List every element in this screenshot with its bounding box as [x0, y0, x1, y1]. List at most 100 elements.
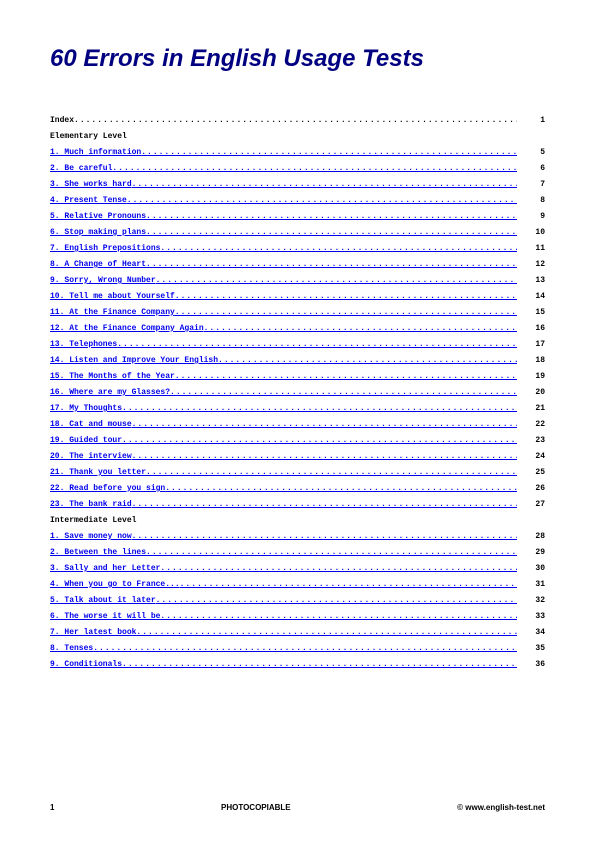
footer-page-number: 1 [50, 803, 54, 812]
toc-row: Index 1 [50, 113, 545, 129]
toc-link[interactable]: 7. Her latest book [50, 625, 136, 641]
toc-row: 6. The worse it will be 33 [50, 609, 545, 625]
toc-leader [160, 561, 517, 577]
toc-page: 6 [517, 161, 545, 177]
toc-link[interactable]: 10. Tell me about Yourself [50, 289, 175, 305]
toc-link[interactable]: 15. The Months of the Year [50, 369, 175, 385]
toc-link[interactable]: 23. The bank raid [50, 497, 132, 513]
toc-link[interactable]: 6. Stop making plans [50, 225, 146, 241]
toc-link[interactable]: 5. Relative Pronouns [50, 209, 146, 225]
toc-link[interactable]: 8. Tenses [50, 641, 93, 657]
toc-row: 15. The Months of the Year 19 [50, 369, 545, 385]
toc-page: 35 [517, 641, 545, 657]
toc-page: 18 [517, 353, 545, 369]
toc-leader [112, 161, 517, 177]
toc-row: 1. Save money now 28 [50, 529, 545, 545]
toc-link[interactable]: 20. The interview [50, 449, 132, 465]
toc-leader [146, 545, 517, 561]
toc-row: 4. Present Tense 8 [50, 193, 545, 209]
toc-page: 12 [517, 257, 545, 273]
toc-link[interactable]: 14. Listen and Improve Your English [50, 353, 218, 369]
toc-link[interactable]: 16. Where are my Glasses? [50, 385, 170, 401]
toc-link[interactable]: 11. At the Finance Company [50, 305, 175, 321]
toc-row: 22. Read before you sign 26 [50, 481, 545, 497]
toc-row: 18. Cat and mouse 22 [50, 417, 545, 433]
section-heading: Elementary Level [50, 129, 545, 145]
toc-leader [132, 529, 517, 545]
toc-link[interactable]: 22. Read before you sign [50, 481, 165, 497]
toc-row: 8. A Change of Heart 12 [50, 257, 545, 273]
toc-leader [132, 417, 517, 433]
toc-link[interactable]: 2. Between the lines [50, 545, 146, 561]
toc-page: 17 [517, 337, 545, 353]
toc-link[interactable]: 9. Sorry, Wrong Number [50, 273, 156, 289]
toc-row: 5. Relative Pronouns 9 [50, 209, 545, 225]
toc-row: 2. Be careful 6 [50, 161, 545, 177]
toc-link[interactable]: 2. Be careful [50, 161, 112, 177]
toc-link[interactable]: 1. Save money now [50, 529, 132, 545]
toc-link[interactable]: 21. Thank you letter [50, 465, 146, 481]
toc-page: 15 [517, 305, 545, 321]
toc-row: 9. Sorry, Wrong Number 13 [50, 273, 545, 289]
toc-link[interactable]: 3. She works hard [50, 177, 132, 193]
toc-page: 25 [517, 465, 545, 481]
toc-link[interactable]: 13. Telephones [50, 337, 117, 353]
footer-center: PHOTOCOPIABLE [221, 803, 291, 812]
toc-link[interactable]: 7. English Prepositions [50, 241, 160, 257]
toc-row: 13. Telephones 17 [50, 337, 545, 353]
toc-leader [146, 465, 517, 481]
toc-link[interactable]: 3. Sally and her Letter [50, 561, 160, 577]
toc-page: 33 [517, 609, 545, 625]
toc-page: 31 [517, 577, 545, 593]
toc-link[interactable]: 18. Cat and mouse [50, 417, 132, 433]
toc-leader [175, 305, 517, 321]
toc-row: 10. Tell me about Yourself 14 [50, 289, 545, 305]
toc-page: 10 [517, 225, 545, 241]
toc-link[interactable]: 17. My Thoughts [50, 401, 122, 417]
toc-link[interactable]: 8. A Change of Heart [50, 257, 146, 273]
toc-link[interactable]: 1. Much information [50, 145, 141, 161]
toc-link[interactable]: 9. Conditionals [50, 657, 122, 673]
toc-link[interactable]: 4. When you go to France... [50, 577, 180, 593]
toc-page: 19 [517, 369, 545, 385]
toc-leader [146, 257, 517, 273]
toc-leader [127, 193, 517, 209]
toc-leader [141, 145, 517, 161]
toc-page: 27 [517, 497, 545, 513]
toc-row: 19. Guided tour 23 [50, 433, 545, 449]
toc-page: 24 [517, 449, 545, 465]
toc-link[interactable]: 6. The worse it will be [50, 609, 160, 625]
toc-row: 17. My Thoughts 21 [50, 401, 545, 417]
toc-leader [136, 625, 517, 641]
toc-page: 14 [517, 289, 545, 305]
toc-leader [218, 353, 517, 369]
toc-leader [180, 577, 517, 593]
table-of-contents: Index 1Elementary Level1. Much informati… [50, 113, 545, 673]
page-title: 60 Errors in English Usage Tests [50, 45, 545, 73]
toc-page: 8 [517, 193, 545, 209]
toc-leader [146, 225, 517, 241]
page-footer: 1 PHOTOCOPIABLE © www.english-test.net [50, 803, 545, 812]
toc-page: 7 [517, 177, 545, 193]
toc-row: 7. Her latest book 34 [50, 625, 545, 641]
toc-link[interactable]: 5. Talk about it later [50, 593, 156, 609]
toc-label: Index [50, 113, 74, 129]
toc-row: 2. Between the lines 29 [50, 545, 545, 561]
toc-link[interactable]: 12. At the Finance Company Again [50, 321, 204, 337]
toc-link[interactable]: 4. Present Tense [50, 193, 127, 209]
toc-row: 11. At the Finance Company 15 [50, 305, 545, 321]
toc-leader [74, 113, 517, 129]
toc-page: 32 [517, 593, 545, 609]
toc-page: 30 [517, 561, 545, 577]
toc-leader [93, 641, 517, 657]
toc-page: 20 [517, 385, 545, 401]
toc-leader [132, 177, 517, 193]
toc-leader [170, 385, 517, 401]
toc-leader [160, 241, 517, 257]
toc-leader [165, 481, 517, 497]
toc-row: 14. Listen and Improve Your English 18 [50, 353, 545, 369]
toc-page: 36 [517, 657, 545, 673]
toc-link[interactable]: 19. Guided tour [50, 433, 122, 449]
toc-leader [175, 289, 517, 305]
toc-leader [122, 401, 517, 417]
